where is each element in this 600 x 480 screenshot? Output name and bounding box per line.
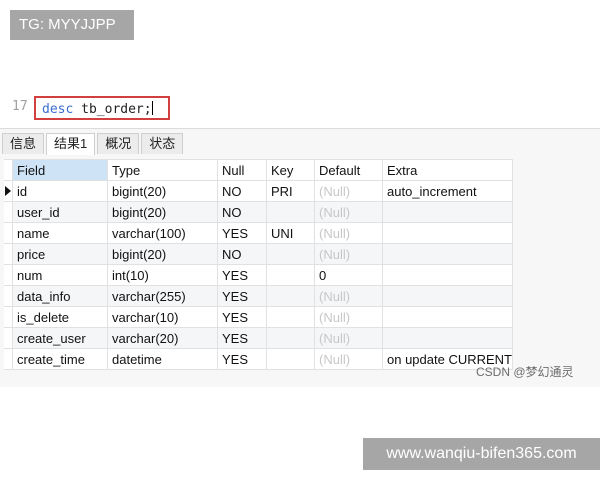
table-row[interactable]: is_delete varchar(10) YES (Null) [4,306,513,328]
row-indicator [4,222,13,244]
cell-field[interactable]: price [12,243,108,265]
tab-status[interactable]: 状态 [141,133,184,154]
column-header-key[interactable]: Key [266,159,315,181]
cell-type[interactable]: datetime [107,348,218,370]
column-header-field[interactable]: Field [12,159,108,181]
result-grid: Field Type Null Key Default Extra id big… [4,159,513,370]
highlight-box: desc tb_order; [34,96,170,120]
cell-type[interactable]: bigint(20) [107,243,218,265]
cell-key[interactable]: UNI [266,222,315,244]
cell-key[interactable] [266,348,315,370]
cell-field[interactable]: is_delete [12,306,108,328]
row-indicator [4,327,13,349]
row-indicator [4,243,13,265]
cell-field[interactable]: num [12,264,108,286]
result-panel: 信息 结果1 概况 状态 Field Type Null Key Default… [0,128,600,387]
column-header-extra[interactable]: Extra [382,159,513,181]
table-row[interactable]: create_user varchar(20) YES (Null) [4,327,513,349]
cell-type[interactable]: bigint(20) [107,180,218,202]
row-indicator [4,201,13,223]
cell-default[interactable]: (Null) [314,285,383,307]
row-indicator [4,264,13,286]
cell-extra[interactable] [382,327,513,349]
cell-field[interactable]: create_user [12,327,108,349]
tab-info[interactable]: 信息 [2,133,45,154]
cell-default[interactable]: (Null) [314,327,383,349]
cell-null[interactable]: YES [217,306,267,328]
cell-null[interactable]: NO [217,243,267,265]
cell-default[interactable]: (Null) [314,222,383,244]
cell-type[interactable]: int(10) [107,264,218,286]
text-cursor [151,101,153,115]
cell-null[interactable]: NO [217,180,267,202]
row-indicator [4,306,13,328]
cell-key[interactable]: PRI [266,180,315,202]
table-row[interactable]: price bigint(20) NO (Null) [4,243,513,265]
cell-null[interactable]: YES [217,222,267,244]
cell-default[interactable]: 0 [314,264,383,286]
cell-default[interactable]: (Null) [314,348,383,370]
table-row[interactable]: data_info varchar(255) YES (Null) [4,285,513,307]
cell-field[interactable]: create_time [12,348,108,370]
cell-default[interactable]: (Null) [314,201,383,223]
cell-extra[interactable] [382,264,513,286]
cell-default[interactable]: (Null) [314,180,383,202]
line-number: 17 [12,99,28,114]
csdn-watermark: CSDN @梦幻通灵 [476,365,574,379]
cell-extra[interactable] [382,222,513,244]
row-indicator-header [4,159,13,181]
cell-field[interactable]: data_info [12,285,108,307]
sql-table-name: tb_order; [81,102,152,117]
cell-key[interactable] [266,306,315,328]
table-row[interactable]: id bigint(20) NO PRI (Null) auto_increme… [4,180,513,202]
cell-field[interactable]: id [12,180,108,202]
cell-type[interactable]: varchar(100) [107,222,218,244]
cell-type[interactable]: bigint(20) [107,201,218,223]
cell-key[interactable] [266,285,315,307]
table-row[interactable]: create_time datetime YES (Null) on updat… [4,348,513,370]
table-row[interactable]: user_id bigint(20) NO (Null) [4,201,513,223]
result-tabs: 信息 结果1 概况 状态 [2,133,185,155]
cell-field[interactable]: name [12,222,108,244]
cell-default[interactable]: (Null) [314,306,383,328]
cell-key[interactable] [266,243,315,265]
cell-extra[interactable]: auto_increment [382,180,513,202]
cell-default[interactable]: (Null) [314,243,383,265]
cell-type[interactable]: varchar(10) [107,306,218,328]
cell-extra[interactable] [382,306,513,328]
cell-key[interactable] [266,201,315,223]
tab-profile[interactable]: 概况 [97,133,140,154]
sql-statement[interactable]: desc tb_order; [42,101,153,117]
cell-type[interactable]: varchar(20) [107,327,218,349]
cell-null[interactable]: YES [217,327,267,349]
cell-extra[interactable] [382,201,513,223]
row-indicator [4,285,13,307]
tab-result-1[interactable]: 结果1 [46,133,96,155]
current-row-arrow-icon [5,185,11,196]
cell-key[interactable] [266,327,315,349]
table-row[interactable]: name varchar(100) YES UNI (Null) [4,222,513,244]
cell-key[interactable] [266,264,315,286]
cell-null[interactable]: NO [217,201,267,223]
cell-null[interactable]: YES [217,264,267,286]
row-indicator [4,348,13,370]
table-row[interactable]: num int(10) YES 0 [4,264,513,286]
row-indicator [4,180,13,202]
sql-editor[interactable]: 17 desc tb_order; [0,88,600,128]
sql-keyword: desc [42,102,74,117]
cell-type[interactable]: varchar(255) [107,285,218,307]
cell-field[interactable]: user_id [12,201,108,223]
column-header-null[interactable]: Null [217,159,267,181]
cell-extra[interactable] [382,285,513,307]
cell-null[interactable]: YES [217,285,267,307]
header-row: Field Type Null Key Default Extra [4,159,513,181]
column-header-default[interactable]: Default [314,159,383,181]
cell-extra[interactable] [382,243,513,265]
column-header-type[interactable]: Type [107,159,218,181]
site-watermark: www.wanqiu-bifen365.com [363,438,600,470]
cell-null[interactable]: YES [217,348,267,370]
top-tag: TG: MYYJJPP [10,10,134,40]
